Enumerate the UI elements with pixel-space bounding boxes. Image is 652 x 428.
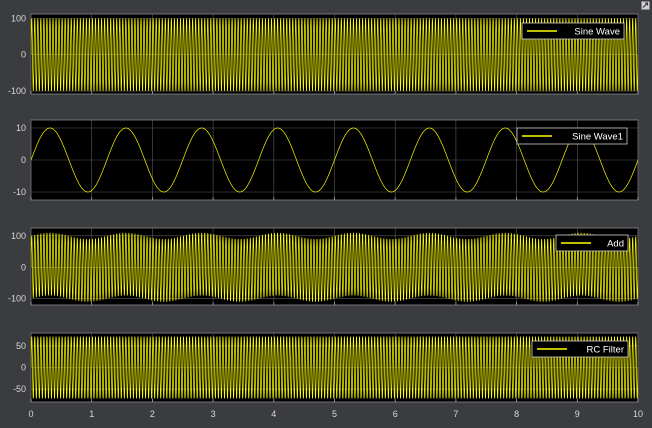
- y-tick-label: 0: [21, 155, 26, 165]
- x-tick-label: 4: [271, 409, 276, 419]
- legend-label: Add: [607, 239, 624, 250]
- legend: Sine Wave1: [516, 127, 628, 145]
- y-tick-label: 0: [21, 363, 26, 373]
- y-tick-label: 10: [16, 123, 26, 133]
- y-tick-label: -100: [8, 86, 26, 96]
- x-tick-label: 8: [514, 409, 519, 419]
- y-tick-label: -50: [13, 384, 26, 394]
- legend: Add: [555, 234, 629, 252]
- x-tick-label: 7: [453, 409, 458, 419]
- x-tick-label: 2: [150, 409, 155, 419]
- x-tick-label: 1: [89, 409, 94, 419]
- x-tick-label: 10: [633, 409, 643, 419]
- legend-label: Sine Wave: [574, 27, 620, 38]
- x-tick-label: 5: [332, 409, 337, 419]
- legend: RC Filter: [531, 340, 629, 358]
- legend-label: Sine Wave1: [572, 132, 623, 143]
- y-tick-label: -10: [13, 187, 26, 197]
- y-tick-label: 0: [21, 50, 26, 60]
- y-tick-label: -100: [8, 294, 26, 304]
- x-tick-label: 6: [393, 409, 398, 419]
- scope-panel-1: -100 0 100 Sine Wave: [8, 13, 639, 96]
- x-tick-label: 0: [28, 409, 33, 419]
- y-tick-label: 0: [21, 262, 26, 272]
- legend: Sine Wave: [521, 22, 625, 40]
- y-tick-label: 100: [11, 13, 26, 23]
- x-tick-label: 9: [575, 409, 580, 419]
- x-tick-label: 3: [211, 409, 216, 419]
- undock-icon[interactable]: [641, 1, 650, 10]
- legend-label: RC Filter: [587, 345, 624, 356]
- y-tick-label: 50: [16, 341, 26, 351]
- scope-panel-3: -100 0 100 Add: [8, 227, 639, 306]
- scope-figure: -1000100Sine Wave-10010Sine Wave1-100010…: [0, 0, 652, 428]
- y-tick-label: 100: [11, 231, 26, 241]
- scope-panel-2: -10 0 10 Sine Wave1: [13, 119, 639, 201]
